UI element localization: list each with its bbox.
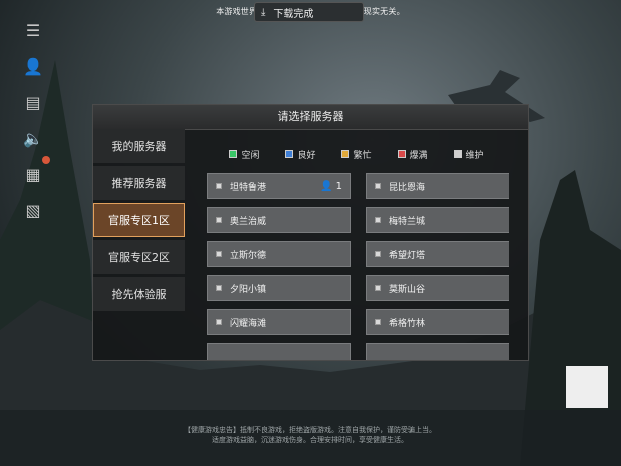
status-indicator [375, 217, 381, 223]
health-advisory: 【健康游戏忠告】抵制不良游戏，拒绝盗版游戏。注意自我保护，谨防受骗上当。 适度游… [70, 425, 550, 445]
tab-official-zone-1[interactable]: 官服专区1区 [93, 203, 185, 237]
tab-my-servers[interactable]: 我的服务器 [93, 129, 185, 163]
server-name: 莫斯山谷 [389, 284, 426, 295]
server-list: 坦特鲁港 👤 1 昆比恩海 奥兰治威 梅特兰城 立斯尔德 希望灯塔 夕阳小镇 莫… [207, 173, 509, 360]
status-indicator [216, 251, 222, 257]
server-item[interactable]: 莫斯山谷 [366, 275, 509, 301]
tab-early-access[interactable]: 抢先体验服 [93, 277, 185, 311]
legend-idle-swatch [229, 150, 238, 158]
server-item[interactable]: 坦特鲁港 👤 1 [207, 173, 351, 199]
tab-official-zone-2[interactable]: 官服专区2区 [93, 240, 185, 274]
user-icon[interactable]: 👤 [18, 52, 48, 80]
player-count-value: 1 [335, 180, 342, 192]
server-item[interactable] [366, 343, 509, 360]
server-item[interactable]: 立斯尔德 [207, 241, 351, 267]
legend-busy: 繁忙 [341, 145, 372, 163]
legend-maintenance-label: 维护 [465, 150, 484, 161]
legend-full-swatch [397, 150, 406, 158]
server-select-dialog: 请选择服务器 我的服务器 推荐服务器 官服专区1区 官服专区2区 抢先体验服 空… [92, 104, 529, 361]
legend-maintenance-swatch [453, 150, 462, 158]
server-name: 希格竹林 [389, 318, 426, 329]
server-name: 坦特鲁港 [230, 182, 267, 193]
server-name: 昆比恩海 [389, 182, 426, 193]
status-indicator [216, 217, 222, 223]
notification-dot [42, 156, 50, 164]
status-indicator [216, 183, 222, 189]
player-count: 👤 1 [320, 181, 342, 192]
status-indicator [375, 183, 381, 189]
server-name: 夕阳小镇 [230, 284, 267, 295]
server-name: 梅特兰城 [389, 216, 426, 227]
server-name: 奥兰治威 [230, 216, 267, 227]
server-item[interactable]: 希格竹林 [366, 309, 509, 335]
qr-code [566, 366, 608, 408]
status-indicator [216, 285, 222, 291]
download-label: 下载完成 [273, 8, 314, 20]
status-indicator [375, 319, 381, 325]
legend-idle-label: 空闲 [241, 150, 260, 161]
legend-good-swatch [285, 150, 294, 158]
server-item[interactable]: 梅特兰城 [366, 207, 509, 233]
legend-busy-swatch [341, 150, 350, 158]
legend-full: 爆满 [397, 145, 428, 163]
speaker-icon[interactable]: 🔈 [18, 124, 48, 152]
calendar-icon[interactable]: ▦ [18, 156, 50, 188]
clipboard-icon[interactable]: ▧ [18, 196, 48, 224]
server-name: 希望灯塔 [389, 250, 426, 261]
server-panel: 空闲 良好 繁忙 爆满 维护 坦特鲁港 👤 1 昆比恩海 奥兰治威 梅特兰城 立… [193, 133, 520, 360]
legend-maintenance: 维护 [453, 145, 484, 163]
download-icon: ⤓ [261, 6, 266, 18]
download-status: ⤓ 下载完成 [254, 2, 364, 22]
server-item[interactable]: 夕阳小镇 [207, 275, 351, 301]
server-name: 闪耀海滩 [230, 318, 267, 329]
legend-idle: 空闲 [229, 145, 259, 163]
status-legend: 空闲 良好 繁忙 爆满 维护 [193, 133, 520, 163]
store-icon[interactable]: ▤ [18, 88, 48, 116]
server-item[interactable]: 闪耀海滩 [207, 309, 351, 335]
tab-recommended[interactable]: 推荐服务器 [93, 166, 185, 200]
legend-busy-label: 繁忙 [353, 150, 372, 161]
list-icon[interactable]: ☰ [18, 16, 48, 44]
legend-good: 良好 [285, 145, 315, 163]
server-tabs: 我的服务器 推荐服务器 官服专区1区 官服专区2区 抢先体验服 [93, 129, 187, 360]
server-item[interactable]: 希望灯塔 [366, 241, 509, 267]
server-item[interactable]: 奥兰治威 [207, 207, 351, 233]
advisory-line-1: 【健康游戏忠告】抵制不良游戏，拒绝盗版游戏。注意自我保护，谨防受骗上当。 [184, 426, 436, 434]
server-item[interactable] [207, 343, 351, 360]
legend-full-label: 爆满 [409, 150, 428, 161]
advisory-line-2: 适度游戏益脑，沉迷游戏伤身。合理安排时间，享受健康生活。 [212, 436, 408, 444]
server-name: 立斯尔德 [230, 250, 267, 261]
user-icon: 👤 [320, 180, 333, 192]
dialog-title: 请选择服务器 [93, 105, 528, 130]
status-indicator [375, 285, 381, 291]
status-indicator [216, 319, 222, 325]
legend-good-label: 良好 [297, 150, 316, 161]
status-indicator [375, 251, 381, 257]
server-item[interactable]: 昆比恩海 [366, 173, 509, 199]
side-toolbar: ☰ 👤 ▤ 🔈 ▦ ▧ [18, 16, 52, 232]
